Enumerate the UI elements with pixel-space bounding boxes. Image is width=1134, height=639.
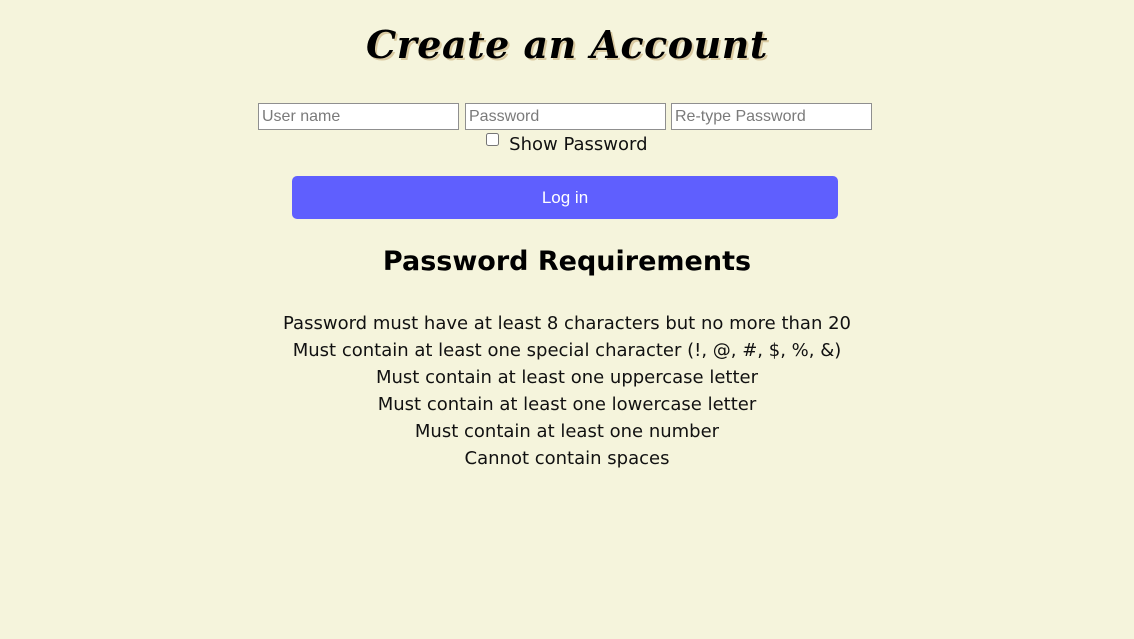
requirement-item: Must contain at least one lowercase lett… [377,394,757,415]
requirement-item: Must contain at least one uppercase lett… [375,367,759,388]
requirement-item: Must contain at least one number [414,421,720,442]
retype-password-input[interactable] [671,103,872,130]
show-password-checkbox[interactable] [486,133,500,146]
requirements-heading: Password Requirements [382,246,752,277]
show-password-label: Show Password [509,134,648,155]
page-title: Create an Account [366,22,768,67]
requirement-item: Password must have at least 8 characters… [283,313,851,334]
show-password-row: Show Password [0,133,1134,157]
credentials-row [258,103,878,130]
password-input[interactable] [465,103,666,130]
requirement-item: Must contain at least one special charac… [292,340,842,361]
requirement-item: Cannot contain spaces [464,448,670,469]
requirements-list: Password must have at least 8 characters… [0,310,1134,472]
login-button[interactable]: Log in [292,176,838,219]
username-input[interactable] [258,103,459,130]
